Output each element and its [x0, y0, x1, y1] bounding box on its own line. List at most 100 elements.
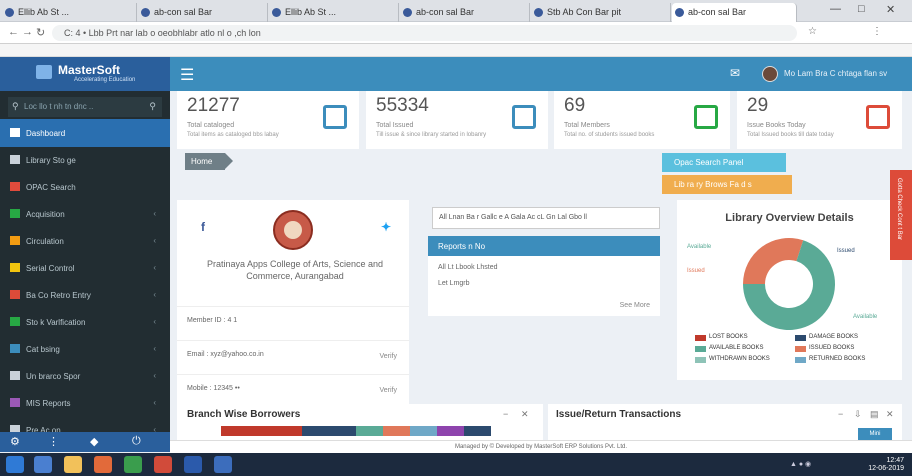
sidebar-item[interactable]: Un brarco Spor ‹ — [0, 362, 170, 390]
sidebar-item[interactable]: Acquisition ‹ — [0, 200, 170, 228]
avatar[interactable] — [762, 66, 778, 82]
app-logo[interactable]: MasterSoft Accelerating Education — [0, 57, 170, 91]
legend-item[interactable]: WITHDRAWN BOOKS — [695, 356, 770, 363]
start-button-icon[interactable] — [6, 456, 24, 473]
info-number: 29 — [747, 95, 769, 116]
sidebar-item[interactable]: Sto k Varlfication ‹ — [0, 308, 170, 336]
donut-chart — [743, 238, 835, 330]
folder-icon[interactable] — [64, 456, 82, 473]
legend-item[interactable]: ISSUED BOOKS — [795, 345, 854, 352]
sidebar-item-label: OPAC Search — [26, 183, 76, 192]
menu-item-icon — [10, 344, 20, 353]
browser-tab[interactable]: ab-con sal Bar — [138, 3, 268, 22]
sidebar-item[interactable]: Library Sto ge — [0, 146, 170, 174]
browser-tab[interactable]: Stb Ab Con Bar pit — [531, 3, 671, 22]
back-icon[interactable]: ← — [8, 26, 19, 38]
print-icon[interactable]: ▤ — [870, 409, 879, 420]
sidebar-item[interactable]: MIS Reports ‹ — [0, 389, 170, 417]
sidebar-item[interactable]: Dashboard — [0, 119, 170, 147]
sidebar-search-input[interactable]: ⚲ Loc llo t nh tn dnc .. ⚲ — [8, 97, 162, 117]
branch-borrowers-panel: Branch Wise Borrowers − ✕ — [177, 404, 543, 440]
donut-slice-issued[interactable] — [743, 238, 804, 284]
menu-item-icon — [10, 128, 20, 137]
chrome-icon[interactable] — [154, 456, 172, 473]
sidebar-item[interactable]: OPAC Search — [0, 173, 170, 201]
library-select[interactable]: All Lnan Ba r Gallc e A Gala Ac cL Gn La… — [432, 207, 660, 229]
url-input[interactable]: C: 4 • Lbb Prt nar lab o oeobhlabr atlo … — [52, 25, 797, 41]
ie-icon[interactable] — [34, 456, 52, 473]
verify-link[interactable]: Verify — [379, 387, 397, 394]
sidebar-item-label: Ba Co Retro Entry — [26, 291, 91, 300]
settings-icon[interactable]: ⚙ — [10, 435, 20, 448]
os-taskbar: ▲ ● ◉ 12:47 12-06-2019 — [0, 453, 912, 476]
close-icon[interactable]: ✕ — [886, 3, 895, 16]
breadcrumb[interactable]: Home — [185, 153, 233, 170]
library-browse-button[interactable]: Lib ra ry Brows Fa d s — [662, 175, 792, 194]
sidebar-item[interactable]: Ba Co Retro Entry ‹ — [0, 281, 170, 309]
user-name[interactable]: Mo Lam Bra C chtaga flan sv — [784, 69, 887, 78]
chevron-left-icon: ‹ — [153, 209, 156, 218]
info-box: 29 Issue Books Today Total Issued books ti… — [737, 91, 902, 149]
info-label: Total cataloged — [187, 122, 235, 129]
verify-link[interactable]: Verify — [379, 353, 397, 360]
opac-search-button[interactable]: Opac Search Panel — [662, 153, 786, 172]
menu-item-icon — [10, 209, 20, 218]
menu-item-icon — [10, 182, 20, 191]
download-icon[interactable]: ⇩ — [854, 409, 862, 420]
sidebar-item[interactable]: Circulation ‹ — [0, 227, 170, 255]
legend-item[interactable]: AVAILABLE BOOKS — [695, 345, 764, 352]
browser-tab[interactable]: Ellib Ab St ... — [2, 3, 137, 22]
tray-icons[interactable]: ▲ ● ◉ — [790, 460, 811, 468]
tab-label: ab-con sal Bar — [154, 7, 213, 17]
reload-icon[interactable]: ↻ — [36, 26, 45, 39]
legend-item[interactable]: RETURNED BOOKS — [795, 356, 865, 363]
close-icon[interactable]: ✕ — [886, 409, 894, 420]
see-more-link[interactable]: See More — [620, 302, 650, 309]
hamburger-menu-icon[interactable]: ☰ — [180, 65, 194, 85]
notification-bell-icon[interactable]: ✉ — [730, 66, 740, 80]
taskbar-clock[interactable]: 12:47 12-06-2019 — [868, 457, 904, 473]
power-icon[interactable]: ⏻ — [132, 435, 141, 448]
list-item-active[interactable]: Reports n No — [428, 236, 660, 256]
tab-label: Stb Ab Con Bar pit — [547, 7, 622, 17]
browser-tab[interactable]: Ellib Ab St ... — [269, 3, 399, 22]
close-icon[interactable]: ✕ — [521, 409, 529, 420]
firefox-icon[interactable] — [124, 456, 142, 473]
star-icon[interactable]: ☆ — [808, 26, 817, 37]
search-submit-icon[interactable]: ⚲ — [149, 101, 156, 112]
mobile-row: Mobile : 12345 •• Verify — [177, 374, 409, 408]
legend-item[interactable]: DAMAGE BOOKS — [795, 334, 858, 341]
browser-tab-bar: Ellib Ab St ... ab-con sal Bar Ellib Ab … — [0, 0, 912, 22]
word-icon[interactable] — [184, 456, 202, 473]
facebook-icon[interactable]: f — [201, 220, 205, 234]
twitter-icon[interactable]: ✦ — [381, 220, 391, 234]
legend-item[interactable]: LOST BOOKS — [695, 334, 748, 341]
sidebar-item[interactable]: Cat bsing ‹ — [0, 335, 170, 363]
sidebar-item[interactable]: Serial Control ‹ — [0, 254, 170, 282]
menu-icon[interactable]: ⋮ — [872, 26, 882, 37]
list-item[interactable]: All Lt Lbook Lhsted — [438, 264, 498, 271]
forward-icon[interactable]: → — [22, 26, 33, 38]
chevron-left-icon: ‹ — [153, 290, 156, 299]
lock-icon[interactable]: ◆ — [90, 435, 98, 448]
favicon-icon — [141, 8, 150, 17]
college-name: Pratinaya Apps College of Arts, Science … — [206, 259, 384, 281]
collapse-icon[interactable]: − — [503, 409, 508, 419]
expand-icon[interactable]: ⋮ — [48, 435, 59, 448]
side-tab-label: Gotta Check Cont t Bar — [896, 178, 902, 241]
email-row: Email : xyz@yahoo.co.in Verify — [177, 340, 409, 374]
browser-tab-active[interactable]: ab-con sal Bar — [672, 3, 797, 22]
media-icon[interactable] — [94, 456, 112, 473]
report-list: Reports n No All Lt Lbook Lhsted Let Lmg… — [428, 236, 660, 316]
minimize-icon[interactable]: — — [830, 3, 841, 15]
tab-label: Ellib Ab St ... — [285, 7, 337, 17]
app-icon[interactable] — [214, 456, 232, 473]
side-tab[interactable]: Gotta Check Cont t Bar — [890, 170, 912, 260]
collapse-icon[interactable]: − — [838, 409, 843, 419]
search-icon: ⚲ — [12, 101, 19, 111]
info-number: 21277 — [187, 95, 240, 116]
browser-tab[interactable]: ab-con sal Bar — [400, 3, 530, 22]
list-item[interactable]: Let Lmgrb — [438, 280, 470, 287]
legend-label: AVAILABLE BOOKS — [709, 345, 764, 351]
maximize-icon[interactable]: □ — [858, 3, 865, 15]
